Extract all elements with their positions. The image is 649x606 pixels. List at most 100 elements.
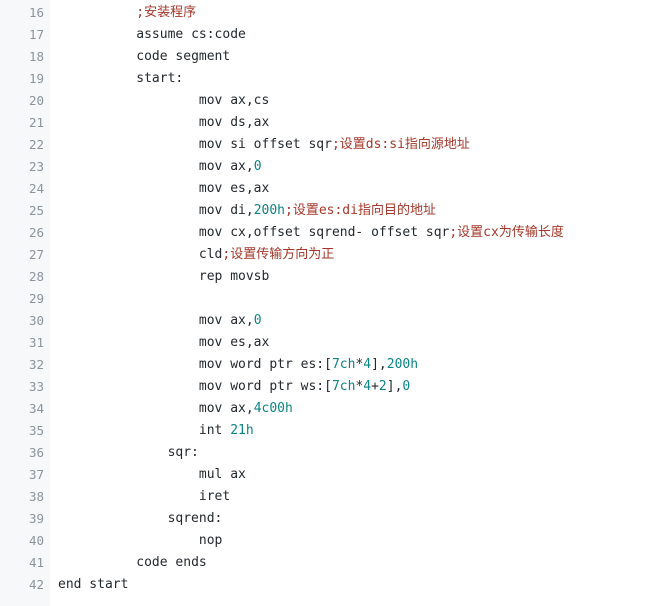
code-text: mov ax,0 [58,156,262,178]
code-line: 17 assume cs:code [0,24,649,46]
code-line: 29 [0,288,649,310]
code-line: 16 ;安装程序 [0,2,649,24]
code-block: 16 ;安装程序 17 assume cs:code 18 code segment… [0,0,649,606]
line-number: 33 [28,379,44,394]
code-text: mov word ptr es:[7ch*4],200h [58,354,418,376]
line-number: 19 [28,71,44,86]
code-token: mov ds,ax [198,115,270,130]
code-token: mul ax [198,467,246,482]
line-number: 31 [28,335,44,350]
line-number: 42 [28,577,44,592]
line-number: 26 [28,225,44,240]
code-token: mov word ptr es:[ [198,357,332,372]
code-token: code ends [136,555,207,570]
code-text: mul ax [58,464,246,486]
code-token: + [371,379,379,394]
code-text: nop [58,530,222,552]
line-number: 30 [28,313,44,328]
code-line: 26 mov cx,offset sqrend- offset sqr;设置cx… [0,222,649,244]
code-text: rep movsb [58,266,269,288]
code-text: code ends [58,552,207,574]
line-number: 28 [28,269,44,284]
code-text: ;安装程序 [58,2,196,24]
code-line: 30 mov ax,0 [0,310,649,332]
code-line: 20 mov ax,cs [0,90,649,112]
code-text: mov ax,cs [58,90,269,112]
line-number: 25 [28,203,44,218]
code-line: 28 rep movsb [0,266,649,288]
code-text: mov word ptr ws:[7ch*4+2],0 [58,376,410,398]
code-comment: ;安装程序 [136,5,197,20]
number-literal: 2 [378,379,387,394]
code-token: start: [136,71,184,86]
code-line: 19 start: [0,68,649,90]
line-number: 27 [28,247,44,262]
line-number: 35 [28,423,44,438]
code-text: mov ax,4c00h [58,398,293,420]
code-token: mov ax, [198,313,254,328]
code-comment: ;设置es:di指向目的地址 [285,203,436,218]
code-line: 33 mov word ptr ws:[7ch*4+2],0 [0,376,649,398]
code-token: ], [386,379,403,394]
line-number: 18 [28,49,44,64]
code-text: assume cs:code [58,24,246,46]
code-token: assume cs:code [136,27,246,42]
line-number: 21 [28,115,44,130]
code-line: 42 end start [0,574,649,596]
line-number: 20 [28,93,44,108]
code-text: code segment [58,46,230,68]
code-line: 22 mov si offset sqr;设置ds:si指向源地址 [0,134,649,156]
code-token: nop [198,533,223,548]
number-literal: 7ch [331,379,356,394]
number-literal: 200h [386,357,419,372]
code-token: rep movsb [198,269,270,284]
code-text: mov es,ax [58,178,269,200]
line-number: 41 [28,555,44,570]
code-token: cld [198,247,223,262]
code-text: end start [58,574,128,596]
code-text: mov ds,ax [58,112,269,134]
code-line: 38 iret [0,486,649,508]
number-literal: 0 [253,313,262,328]
code-token: mov ax, [198,401,254,416]
number-literal: 0 [253,159,262,174]
code-comment: ;设置ds:si指向源地址 [331,137,470,152]
code-line: 40 nop [0,530,649,552]
code-token: mov ax,cs [198,93,270,108]
code-line: 39 sqrend: [0,508,649,530]
line-number: 40 [28,533,44,548]
code-text: start: [58,68,183,90]
line-number: 22 [28,137,44,152]
code-text: mov ax,0 [58,310,262,332]
code-line: 41 code ends [0,552,649,574]
code-text: mov di,200h;设置es:di指向目的地址 [58,200,436,222]
code-line: 27 cld;设置传输方向为正 [0,244,649,266]
line-number: 38 [28,489,44,504]
code-text: cld;设置传输方向为正 [58,244,334,266]
code-text: int 21h [58,420,254,442]
code-token: sqr: [167,445,199,460]
line-number: 32 [28,357,44,372]
line-number: 36 [28,445,44,460]
line-number: 29 [28,291,44,306]
code-line: 21 mov ds,ax [0,112,649,134]
code-line: 34 mov ax,4c00h [0,398,649,420]
number-literal: 4c00h [253,401,293,416]
number-literal: 200h [253,203,285,218]
code-comment: ;设置传输方向为正 [222,247,335,262]
